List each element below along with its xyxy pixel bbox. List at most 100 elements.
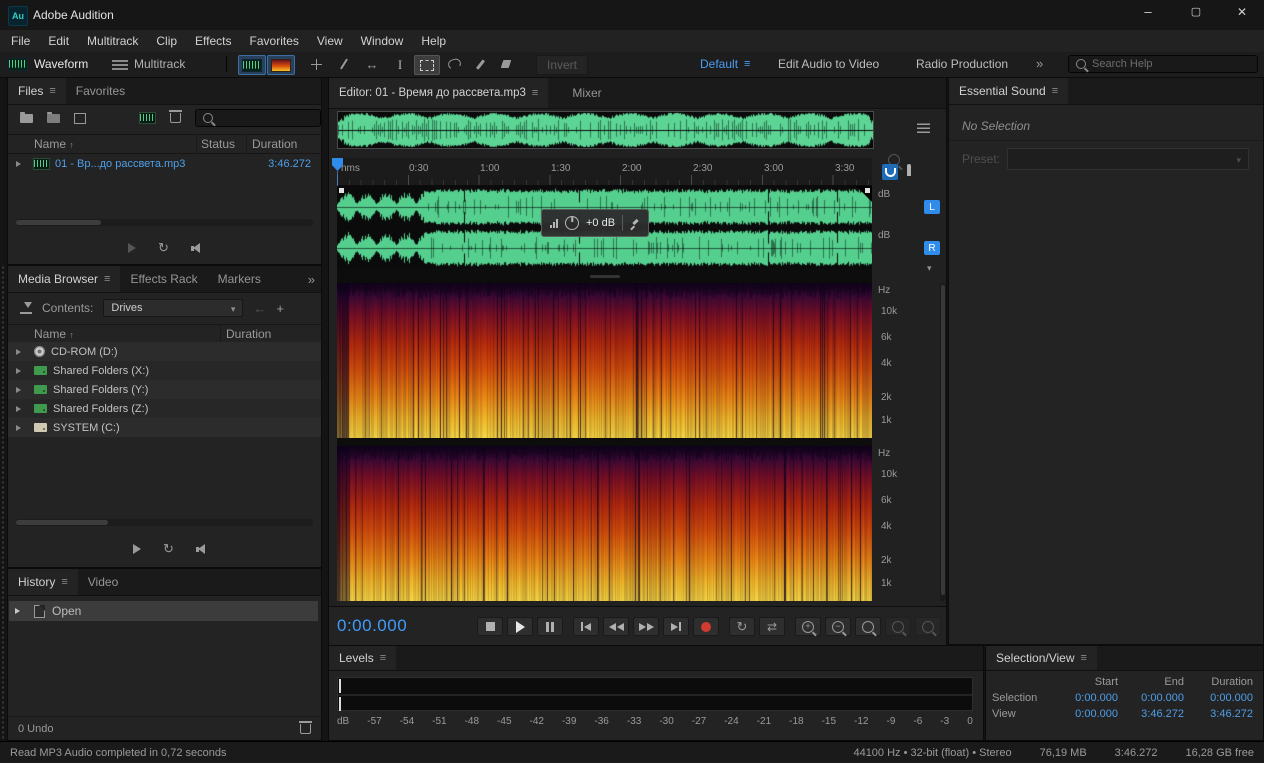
drive-row[interactable]: SYSTEM (C:) xyxy=(8,418,321,437)
editor-vscrollbar[interactable] xyxy=(940,283,946,601)
tab-favorites[interactable]: Favorites xyxy=(66,78,135,104)
menu-window[interactable]: Window xyxy=(352,34,413,48)
preview-play-icon[interactable] xyxy=(133,544,141,554)
pause-button[interactable] xyxy=(537,617,563,636)
loop-playback-button[interactable] xyxy=(729,617,755,636)
workspace-overflow-chevron[interactable]: » xyxy=(1036,56,1043,71)
menu-help[interactable]: Help xyxy=(412,34,455,48)
preview-autoplay-icon[interactable] xyxy=(191,243,204,254)
spectrogram-canvas[interactable] xyxy=(337,283,872,438)
overview-menu-icon[interactable] xyxy=(917,123,930,133)
fast-forward-button[interactable] xyxy=(633,617,659,636)
minimize-button[interactable]: – xyxy=(1128,4,1168,19)
menu-multitrack[interactable]: Multitrack xyxy=(78,34,147,48)
zoom-out-button[interactable] xyxy=(825,617,851,636)
tool-slip[interactable] xyxy=(360,55,384,73)
hud-gain[interactable]: +0 dB xyxy=(541,209,649,237)
media-hscrollbar[interactable] xyxy=(16,519,313,526)
delete-file-icon[interactable] xyxy=(170,113,181,123)
waveform-display[interactable]: +0 dB xyxy=(337,186,872,269)
snap-toggle[interactable] xyxy=(882,164,898,180)
tool-razor[interactable] xyxy=(332,55,356,73)
drive-row[interactable]: CD-ROM (D:) xyxy=(8,342,321,361)
preview-loop-icon[interactable] xyxy=(158,240,169,256)
maximize-button[interactable]: ▢ xyxy=(1176,5,1216,18)
timeline-ruler[interactable]: hms 0:30 1:00 1:30 2:00 2:30 3:00 3:30 xyxy=(337,158,872,186)
gain-value[interactable]: +0 dB xyxy=(586,217,615,229)
tool-spot-healing[interactable] xyxy=(494,55,518,73)
menu-file[interactable]: File xyxy=(2,34,39,48)
workspace-radio-production[interactable]: Radio Production xyxy=(916,57,1008,71)
skip-selection-button[interactable]: ⇄ xyxy=(759,617,785,636)
files-hscrollbar[interactable] xyxy=(16,219,313,226)
menu-edit[interactable]: Edit xyxy=(39,34,78,48)
workspace-edit-audio-to-video[interactable]: Edit Audio to Video xyxy=(778,57,879,71)
spectral-display-right[interactable] xyxy=(337,446,872,601)
media-column-headers[interactable]: Name Duration xyxy=(8,324,321,344)
show-spectral-toggle[interactable] xyxy=(267,55,295,75)
tool-move[interactable] xyxy=(304,55,328,73)
wave-spectral-splitter[interactable] xyxy=(337,269,872,283)
play-button[interactable] xyxy=(507,617,533,636)
panel-grip[interactable] xyxy=(1,265,6,741)
preview-loop-icon[interactable] xyxy=(163,541,174,557)
import-file-icon[interactable] xyxy=(47,114,60,123)
menu-view[interactable]: View xyxy=(308,34,352,48)
skip-to-end-button[interactable] xyxy=(663,617,689,636)
file-row[interactable]: 01 - Вр...до рассвета.mp3 3:46.272 xyxy=(8,154,321,173)
selection-start[interactable]: 0:00.000 xyxy=(1052,692,1118,704)
menu-clip[interactable]: Clip xyxy=(147,34,186,48)
scale-options-icon[interactable] xyxy=(927,260,932,274)
overview-strip[interactable] xyxy=(337,111,874,149)
tool-time-selection[interactable]: I xyxy=(388,55,412,73)
multitrack-view-button[interactable]: Multitrack xyxy=(112,55,185,73)
panel-menu-icon[interactable] xyxy=(49,85,55,97)
col-status[interactable]: Status xyxy=(201,137,235,151)
search-help-box[interactable] xyxy=(1068,55,1258,73)
tabbar-overflow[interactable]: » xyxy=(302,266,321,292)
tab-media-browser[interactable]: Media Browser xyxy=(8,266,120,292)
tab-essential-sound[interactable]: Essential Sound xyxy=(949,78,1068,104)
clear-history-icon[interactable] xyxy=(300,724,311,734)
show-waveform-toggle[interactable] xyxy=(238,55,266,75)
add-shortcut-icon[interactable]: + xyxy=(276,301,284,316)
overview-waveform-canvas[interactable] xyxy=(338,112,873,148)
panel-menu-icon[interactable] xyxy=(532,87,538,99)
time-display[interactable]: 0:00.000 xyxy=(337,616,407,636)
files-search-input[interactable] xyxy=(219,112,313,124)
expand-arrow-icon[interactable] xyxy=(16,387,24,393)
open-file-icon[interactable] xyxy=(20,114,33,123)
panel-menu-icon[interactable] xyxy=(104,273,110,285)
tab-selection-view[interactable]: Selection/View xyxy=(986,646,1097,670)
zoom-to-selection-button[interactable] xyxy=(855,617,881,636)
invert-button[interactable]: Invert xyxy=(536,55,588,75)
spectrogram-canvas[interactable] xyxy=(337,446,872,601)
history-item-open[interactable]: Open xyxy=(9,601,318,621)
tab-video[interactable]: Video xyxy=(78,569,128,595)
tab-effects-rack[interactable]: Effects Rack xyxy=(120,266,207,292)
selection-end[interactable]: 0:00.000 xyxy=(1118,692,1184,704)
tab-mixer[interactable]: Mixer xyxy=(562,78,611,108)
drive-row[interactable]: Shared Folders (Y:) xyxy=(8,380,321,399)
expand-arrow-icon[interactable] xyxy=(16,406,24,412)
tool-paintbrush-selection[interactable] xyxy=(468,55,492,73)
fade-out-handle[interactable] xyxy=(865,188,870,193)
preview-play-icon[interactable] xyxy=(128,243,136,253)
drive-row[interactable]: Shared Folders (X:) xyxy=(8,361,321,380)
tab-history[interactable]: History xyxy=(8,569,78,595)
tab-files[interactable]: Files xyxy=(8,78,66,104)
selection-duration[interactable]: 0:00.000 xyxy=(1184,692,1253,704)
expand-arrow-icon[interactable] xyxy=(16,349,24,355)
spectral-display-left[interactable] xyxy=(337,283,872,438)
skip-to-start-button[interactable] xyxy=(573,617,599,636)
menu-favorites[interactable]: Favorites xyxy=(241,34,308,48)
files-column-headers[interactable]: Name Status Duration xyxy=(8,134,321,154)
close-button[interactable]: ✕ xyxy=(1222,5,1262,19)
col-duration[interactable]: Duration xyxy=(252,137,297,151)
zoom-in-button[interactable] xyxy=(795,617,821,636)
marker-icon[interactable] xyxy=(907,164,911,176)
view-end[interactable]: 3:46.272 xyxy=(1118,708,1184,720)
extract-audio-icon[interactable] xyxy=(139,112,156,124)
contents-dropdown[interactable]: Drives xyxy=(103,299,243,317)
channel-r-button[interactable]: R xyxy=(924,241,940,255)
